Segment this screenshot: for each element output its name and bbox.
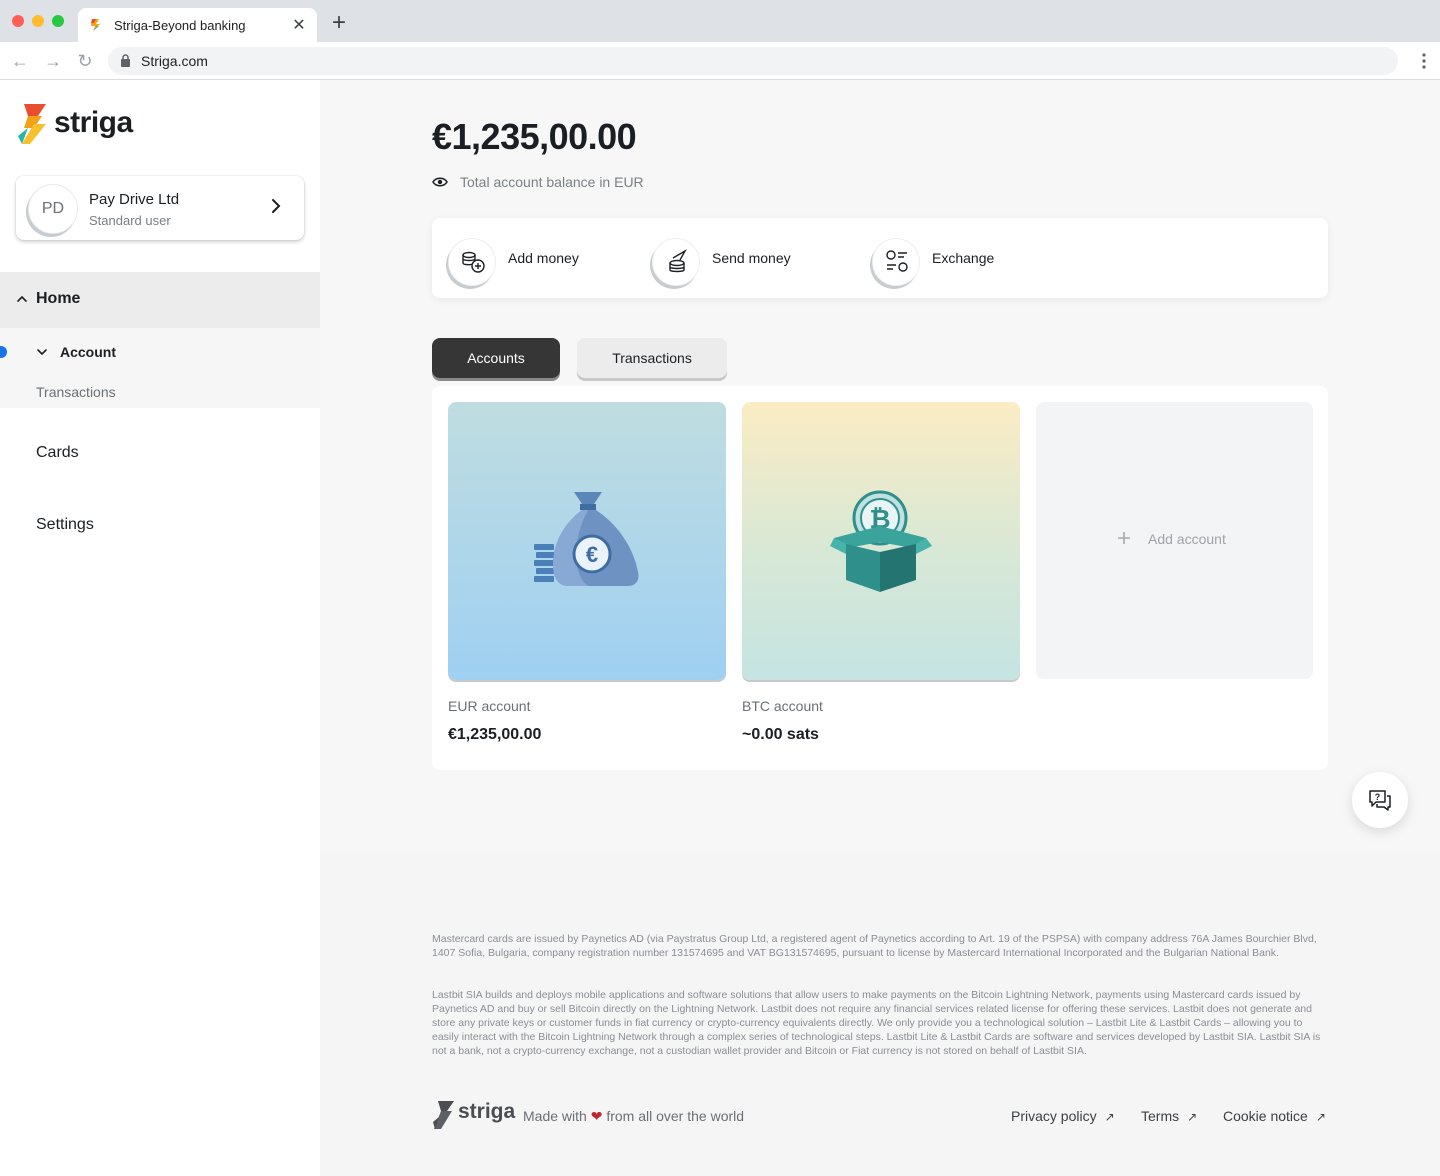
striga-logo-icon (433, 1101, 454, 1129)
external-link-icon: ↗ (1104, 1110, 1115, 1124)
send-money-icon (652, 238, 700, 286)
tab-accounts[interactable]: Accounts (432, 338, 560, 378)
striga-favicon-icon (91, 19, 100, 31)
browser-menu-icon[interactable] (1422, 52, 1426, 70)
url-text: Striga.com (141, 53, 208, 69)
sidebar-item-settings[interactable]: Settings (36, 516, 94, 534)
made-with-text: Made with ❤ from all over the world (523, 1108, 744, 1125)
chat-help-icon: ? (1369, 790, 1391, 811)
minimize-window-button[interactable] (32, 15, 44, 27)
external-link-icon: ↗ (1187, 1110, 1198, 1124)
external-link-icon: ↗ (1315, 1110, 1326, 1124)
lock-icon (121, 54, 130, 67)
new-tab-button[interactable]: + (328, 11, 350, 35)
btc-account-name: BTC account (742, 698, 823, 714)
link-label: Cookie notice (1223, 1108, 1308, 1124)
privacy-policy-link[interactable]: Privacy policy ↗ (1011, 1108, 1115, 1124)
chevron-up-icon (17, 295, 27, 302)
close-window-button[interactable] (12, 15, 24, 27)
euro-money-bag-icon: € (534, 492, 639, 586)
add-account-label: Add account (1148, 531, 1226, 547)
maximize-window-button[interactable] (52, 15, 64, 27)
sidebar: striga PD Pay Drive Ltd Standard user Ho… (0, 80, 320, 1176)
terms-link[interactable]: Terms ↗ (1141, 1108, 1197, 1124)
tab-close-icon[interactable]: ✕ (291, 15, 307, 35)
accounts-panel: € ₿ Add account EUR account €1,235,00.00… (432, 386, 1328, 770)
back-arrow-icon[interactable]: ← (9, 50, 31, 72)
link-label: Privacy policy (1011, 1108, 1097, 1124)
eur-account-name: EUR account (448, 698, 531, 714)
main-content: €1,235,00.00 Total account balance in EU… (320, 80, 1440, 850)
heart-icon: ❤ (590, 1108, 603, 1124)
made-with-post: from all over the world (606, 1108, 745, 1124)
sidebar-item-label: Home (36, 290, 81, 307)
sidebar-item-home[interactable]: Home (0, 272, 320, 328)
add-money-icon (448, 238, 496, 286)
total-balance: €1,235,00.00 (432, 116, 637, 157)
svg-text:?: ? (1375, 792, 1381, 802)
url-field[interactable]: Striga.com (108, 47, 1398, 75)
eur-account-balance: €1,235,00.00 (448, 726, 542, 743)
address-bar: ← → ↻ Striga.com (0, 42, 1440, 80)
link-label: Terms (1141, 1108, 1180, 1124)
eye-icon[interactable] (432, 176, 448, 188)
support-chat-button[interactable]: ? (1352, 772, 1408, 828)
legal-notice-lastbit: Lastbit SIA builds and deploys mobile ap… (432, 989, 1321, 1057)
made-with-pre: Made with (523, 1108, 587, 1124)
active-indicator (0, 346, 7, 358)
add-account-button[interactable]: Add account (1036, 402, 1313, 679)
sidebar-item-transactions[interactable]: Transactions (36, 384, 116, 400)
quick-actions: Add money Send money Exchange (432, 218, 1328, 298)
action-label: Add money (508, 250, 579, 266)
reload-icon[interactable]: ↻ (74, 50, 96, 72)
eur-account-card[interactable]: € (448, 402, 726, 680)
avatar: PD (28, 184, 78, 234)
forward-arrow-icon[interactable]: → (42, 50, 64, 72)
sidebar-item-cards[interactable]: Cards (36, 444, 79, 462)
striga-logo-icon (18, 104, 46, 144)
balance-caption: Total account balance in EUR (460, 174, 644, 190)
footer: Mastercard cards are issued by Paynetics… (320, 850, 1440, 1176)
plus-icon (1118, 532, 1130, 544)
tab-title: Striga-Beyond banking (114, 18, 246, 33)
sidebar-submenu: Account Transactions (0, 328, 320, 408)
browser-tab-bar: Striga-Beyond banking ✕ + (0, 0, 1440, 42)
footer-logo-text: striga (458, 1100, 516, 1123)
user-profile-card[interactable]: PD Pay Drive Ltd Standard user (16, 176, 304, 240)
action-label: Exchange (932, 250, 995, 266)
footer-logo[interactable]: striga (432, 1100, 516, 1130)
browser-tab[interactable]: Striga-Beyond banking ✕ (78, 8, 317, 42)
cookie-notice-link[interactable]: Cookie notice ↗ (1223, 1108, 1326, 1124)
exchange-icon (872, 238, 920, 286)
user-role: Standard user (89, 213, 171, 228)
logo-text: striga (54, 106, 133, 139)
user-name: Pay Drive Ltd (89, 191, 180, 208)
btc-account-card[interactable]: ₿ (742, 402, 1020, 680)
sidebar-item-label: Account (60, 344, 116, 360)
action-label: Send money (712, 250, 791, 266)
chevron-down-icon (37, 349, 47, 356)
tab-transactions[interactable]: Transactions (577, 338, 727, 378)
bitcoin-box-icon: ₿ (830, 490, 932, 592)
chevron-right-icon (272, 199, 281, 213)
legal-notice-mastercard: Mastercard cards are issued by Paynetics… (432, 933, 1317, 959)
btc-account-balance: ~0.00 sats (742, 726, 819, 743)
svg-text:€: € (586, 542, 598, 567)
